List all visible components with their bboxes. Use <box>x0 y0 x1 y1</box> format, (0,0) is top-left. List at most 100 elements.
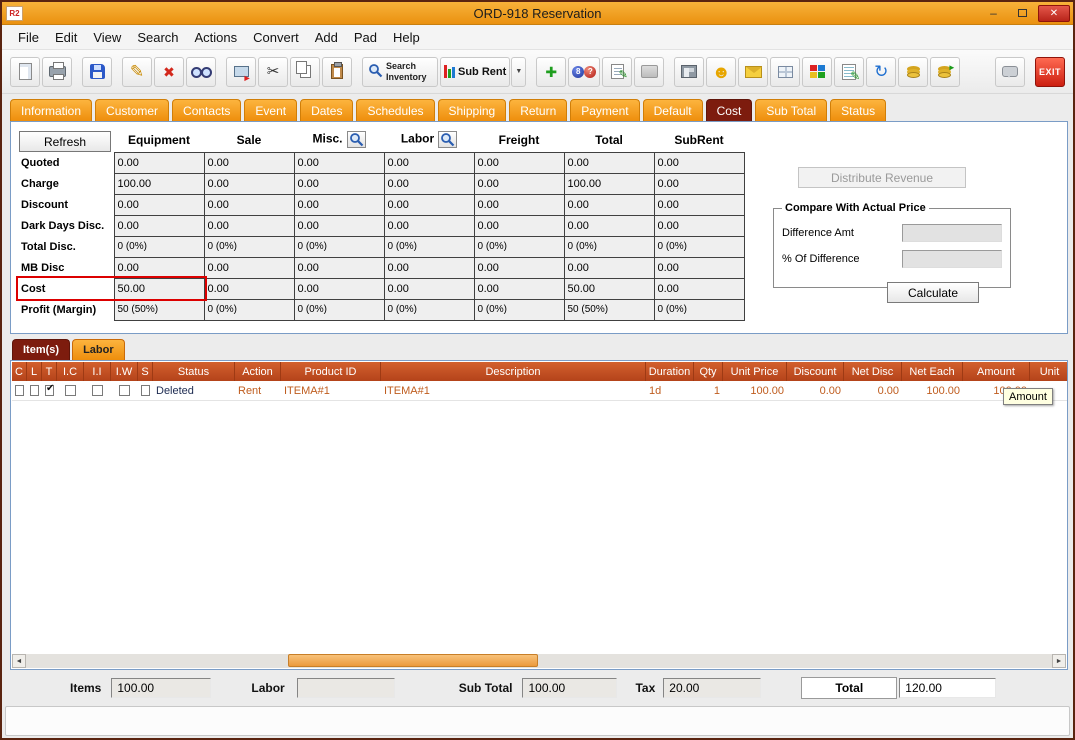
cost-cell[interactable]: 0.00 <box>384 173 474 194</box>
tab-information[interactable]: Information <box>10 99 92 121</box>
scrollbar-track[interactable] <box>26 654 1052 668</box>
col-header-unit[interactable]: Unit <box>1030 362 1068 381</box>
cost-cell[interactable]: 0.00 <box>384 152 474 173</box>
cost-cell[interactable]: 0.00 <box>294 215 384 236</box>
edit-button[interactable]: ✎ <box>122 57 152 87</box>
menu-item-file[interactable]: File <box>10 28 47 47</box>
cost-cell[interactable]: 0 (0%) <box>294 236 384 257</box>
cost-cell[interactable]: 0.00 <box>474 278 564 299</box>
cost-cell[interactable]: 0.00 <box>654 194 744 215</box>
tab-schedules[interactable]: Schedules <box>356 99 434 121</box>
minimize-button[interactable]: – <box>980 5 1007 22</box>
cost-cell[interactable]: 0.00 <box>474 152 564 173</box>
save-button[interactable] <box>82 57 112 87</box>
add-button[interactable]: ✚ <box>536 57 566 87</box>
tab-contacts[interactable]: Contacts <box>172 99 241 121</box>
cost-cell[interactable]: 0.00 <box>654 152 744 173</box>
cost-cell[interactable]: 0.00 <box>204 173 294 194</box>
tab-return[interactable]: Return <box>509 99 567 121</box>
menu-item-actions[interactable]: Actions <box>187 28 246 47</box>
tab-shipping[interactable]: Shipping <box>438 99 507 121</box>
checkbox-c[interactable] <box>15 385 24 396</box>
col-header-net-each[interactable]: Net Each <box>902 362 963 381</box>
edit-note-button[interactable] <box>602 57 632 87</box>
checkbox-i-c[interactable] <box>65 385 76 396</box>
checkbox-s[interactable] <box>141 385 150 396</box>
cost-cell[interactable]: 0.00 <box>384 278 474 299</box>
cost-cell[interactable]: 0.00 <box>114 194 204 215</box>
cost-cell[interactable]: 0 (0%) <box>294 299 384 320</box>
scrollbar-thumb[interactable] <box>288 654 538 667</box>
cost-cell[interactable]: 50 (50%) <box>114 299 204 320</box>
feedback-smiley-button[interactable]: ☻ <box>706 57 736 87</box>
total-field[interactable]: 120.00 <box>899 678 996 698</box>
menu-item-help[interactable]: Help <box>385 28 428 47</box>
comment-bubble-button[interactable] <box>995 57 1025 87</box>
cost-cell[interactable]: 50.00 <box>114 278 204 299</box>
cost-cell[interactable]: 0 (0%) <box>654 299 744 320</box>
sub-rent-button-dropdown[interactable]: ▼ <box>511 57 526 87</box>
cost-cell[interactable]: 0.00 <box>204 215 294 236</box>
col-header-action[interactable]: Action <box>235 362 281 381</box>
cost-cell[interactable]: 0.00 <box>384 215 474 236</box>
subtotal-field[interactable]: 100.00 <box>522 678 617 698</box>
col-header-discount[interactable]: Discount <box>787 362 844 381</box>
paste-button[interactable] <box>322 57 352 87</box>
new-document-button[interactable] <box>10 57 40 87</box>
tab-payment[interactable]: Payment <box>570 99 639 121</box>
checkbox-i-w[interactable] <box>119 385 130 396</box>
menu-item-search[interactable]: Search <box>129 28 186 47</box>
export-button[interactable] <box>226 57 256 87</box>
col-header-i-w[interactable]: I.W <box>111 362 138 381</box>
cost-cell[interactable]: 0 (0%) <box>204 236 294 257</box>
cost-cell[interactable]: 0 (0%) <box>114 236 204 257</box>
pct-of-difference-input[interactable] <box>902 250 1002 268</box>
lookup-misc-button[interactable] <box>347 131 366 148</box>
col-header-net-disc[interactable]: Net Disc <box>844 362 902 381</box>
calculate-button[interactable]: Calculate <box>887 282 979 303</box>
cost-cell[interactable]: 0.00 <box>294 278 384 299</box>
tax-field[interactable]: 20.00 <box>663 678 761 698</box>
cost-cell[interactable]: 0.00 <box>654 278 744 299</box>
cost-cell[interactable]: 0.00 <box>114 257 204 278</box>
col-header-qty[interactable]: Qty <box>694 362 723 381</box>
cost-cell[interactable]: 0.00 <box>564 152 654 173</box>
cost-cell[interactable]: 0.00 <box>384 257 474 278</box>
cost-cell[interactable]: 0.00 <box>384 194 474 215</box>
message-note-button[interactable] <box>738 57 768 87</box>
cost-cell[interactable]: 0 (0%) <box>474 236 564 257</box>
print-button[interactable] <box>42 57 72 87</box>
col-header-l[interactable]: L <box>27 362 42 381</box>
col-header-duration[interactable]: Duration <box>646 362 694 381</box>
print-preview-button[interactable] <box>674 57 704 87</box>
cost-cell[interactable]: 0.00 <box>114 152 204 173</box>
cost-cell[interactable]: 100.00 <box>114 173 204 194</box>
col-header-s[interactable]: S <box>138 362 153 381</box>
tab-event[interactable]: Event <box>244 99 297 121</box>
package-button[interactable] <box>770 57 800 87</box>
find-binoculars-button[interactable] <box>186 57 216 87</box>
menu-item-view[interactable]: View <box>85 28 129 47</box>
scroll-left-button[interactable]: ◄ <box>12 654 26 668</box>
menu-item-pad[interactable]: Pad <box>346 28 385 47</box>
search-inventory-button[interactable]: Search Inventory <box>362 57 438 87</box>
tab-status[interactable]: Status <box>830 99 886 121</box>
cost-cell[interactable]: 0 (0%) <box>654 236 744 257</box>
cut-button[interactable]: ✂ <box>258 57 288 87</box>
delete-button[interactable]: ✖ <box>154 57 184 87</box>
cost-cell[interactable]: 0.00 <box>204 152 294 173</box>
cost-cell[interactable]: 0.00 <box>294 152 384 173</box>
cost-cell[interactable]: 0.00 <box>564 194 654 215</box>
tab-customer[interactable]: Customer <box>95 99 169 121</box>
tab-sub-total[interactable]: Sub Total <box>755 99 827 121</box>
cost-cell[interactable]: 0 (0%) <box>384 236 474 257</box>
item-row[interactable]: DeletedRentITEMA#1ITEMA#11d1100.000.000.… <box>12 381 1068 401</box>
col-header-unit-price[interactable]: Unit Price <box>723 362 787 381</box>
cost-cell[interactable]: 0.00 <box>204 278 294 299</box>
tab-dates[interactable]: Dates <box>300 99 353 121</box>
cost-cell[interactable]: 0.00 <box>564 215 654 236</box>
cost-cell[interactable]: 0.00 <box>204 194 294 215</box>
labor-total-field[interactable] <box>297 678 395 698</box>
col-header-i-i[interactable]: I.I <box>84 362 111 381</box>
lookup-labor-button[interactable] <box>438 131 457 148</box>
